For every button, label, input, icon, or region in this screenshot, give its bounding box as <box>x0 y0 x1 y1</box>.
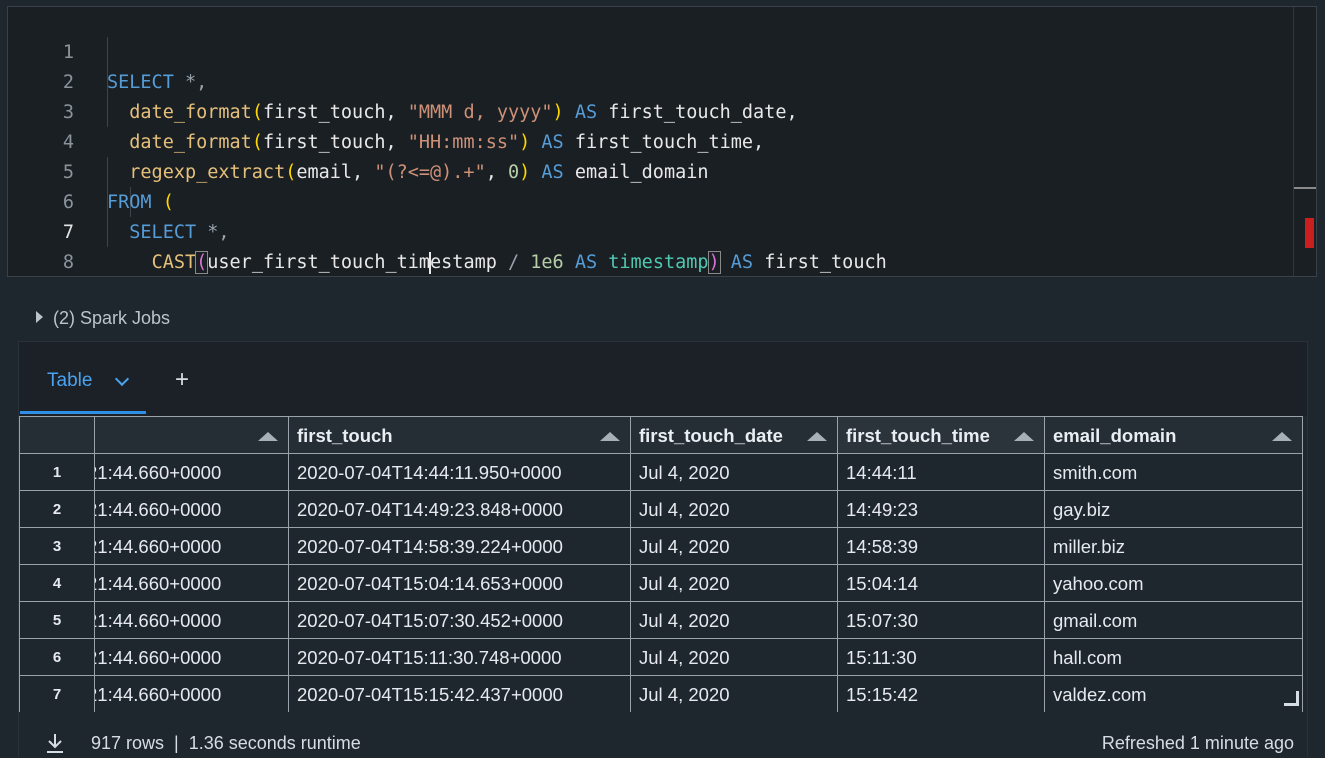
table-cell[interactable]: 2020-07-04T14:44:11.950+0000 <box>289 454 631 491</box>
table-cell[interactable]: 2020-07-04T15:04:14.653+0000 <box>289 565 631 602</box>
table-cell[interactable]: 2020-07-04T14:58:39.224+0000 <box>289 528 631 565</box>
code-line[interactable]: 9 ) <box>8 248 1298 276</box>
table-cell[interactable]: 21:44.660+0000 <box>95 565 289 602</box>
row-number: 1 <box>19 454 95 491</box>
table-cell[interactable]: 15:11:30 <box>838 639 1045 676</box>
table-header: first_touch first_touch_date first_touch… <box>19 416 1303 454</box>
scroll-cursor-marker <box>1294 187 1316 189</box>
table-cell[interactable]: 21:44.660+0000 <box>95 602 289 639</box>
table-row[interactable]: 5 21:44.660+0000 2020-07-04T15:07:30.452… <box>19 602 1303 639</box>
download-icon[interactable] <box>45 732 65 754</box>
table-row[interactable]: 4 21:44.660+0000 2020-07-04T15:04:14.653… <box>19 565 1303 602</box>
column-header-label: email_domain <box>1053 425 1177 446</box>
results-footer: 917 rows | 1.36 seconds runtime Refreshe… <box>19 712 1307 758</box>
code-line[interactable]: 7 CAST(user_first_touch_timestamp / 1e6 … <box>8 188 1298 274</box>
code-line[interactable]: 3 date_format(first_touch, "HH:mm:ss") A… <box>8 68 1298 153</box>
row-number: 5 <box>19 602 95 639</box>
table-cell[interactable]: Jul 4, 2020 <box>631 491 838 528</box>
table-cell[interactable]: 14:49:23 <box>838 491 1045 528</box>
row-number: 3 <box>19 528 95 565</box>
table-row[interactable]: 6 21:44.660+0000 2020-07-04T15:11:30.748… <box>19 639 1303 676</box>
table-cell[interactable]: 15:04:14 <box>838 565 1045 602</box>
table-cell[interactable]: 2020-07-04T15:15:42.437+0000 <box>289 676 631 712</box>
table-cell[interactable]: Jul 4, 2020 <box>631 454 838 491</box>
results-panel: Table + first_touch first_touch_date fir… <box>18 341 1308 758</box>
row-number-header <box>19 416 95 454</box>
code-line[interactable]: 6 SELECT *, <box>8 158 1298 243</box>
column-header[interactable]: email_domain <box>1045 416 1303 454</box>
sort-icon[interactable] <box>807 432 827 441</box>
row-count-runtime: 917 rows | 1.36 seconds runtime <box>91 733 361 753</box>
table-cell[interactable]: miller.biz <box>1045 528 1303 565</box>
table-row[interactable]: 2 21:44.660+0000 2020-07-04T14:49:23.848… <box>19 491 1303 528</box>
column-header[interactable]: first_touch_time <box>838 416 1045 454</box>
code-line[interactable]: 4 regexp_extract(email, "(?<=@).+", 0) A… <box>8 98 1298 183</box>
caret-right-icon <box>36 311 43 324</box>
add-visualization-button[interactable]: + <box>175 368 189 392</box>
table-cell[interactable]: gay.biz <box>1045 491 1303 528</box>
code-line[interactable]: 8 FROM deduped_users <box>8 218 1298 273</box>
editor-scrollbar[interactable] <box>1293 7 1316 276</box>
active-tab-indicator <box>20 411 146 414</box>
row-number: 4 <box>19 565 95 602</box>
table-cell[interactable]: yahoo.com <box>1045 565 1303 602</box>
sort-icon[interactable] <box>258 432 278 441</box>
table-cell[interactable]: 2020-07-04T15:11:30.748+0000 <box>289 639 631 676</box>
row-number: 7 <box>19 676 95 712</box>
table-cell[interactable]: 14:58:39 <box>838 528 1045 565</box>
refreshed-status: Refreshed 1 minute ago <box>1101 733 1294 753</box>
table-cell[interactable]: valdez.com <box>1045 676 1303 712</box>
resize-handle-icon[interactable] <box>1284 691 1299 706</box>
tab-table[interactable]: Table <box>20 362 146 414</box>
row-number: 2 <box>19 491 95 528</box>
table-cell[interactable]: 21:44.660+0000 <box>95 676 289 712</box>
spark-jobs-toggle[interactable]: (2) Spark Jobs <box>36 308 170 329</box>
chevron-down-icon[interactable] <box>114 371 130 387</box>
table-cell[interactable]: 21:44.660+0000 <box>95 528 289 565</box>
error-marker <box>1305 218 1314 248</box>
table-cell[interactable]: 21:44.660+0000 <box>95 454 289 491</box>
results-table[interactable]: first_touch first_touch_date first_touch… <box>19 416 1307 712</box>
table-cell[interactable]: 21:44.660+0000 <box>95 491 289 528</box>
table-cell[interactable]: Jul 4, 2020 <box>631 602 838 639</box>
sort-icon[interactable] <box>1272 432 1292 441</box>
sql-editor[interactable]: 1 SELECT *, 2 date_format(first_touch, "… <box>7 6 1317 277</box>
column-header[interactable] <box>95 416 289 454</box>
table-cell[interactable]: 15:15:42 <box>838 676 1045 712</box>
column-header-label: first_touch_time <box>846 425 990 446</box>
table-cell[interactable]: Jul 4, 2020 <box>631 528 838 565</box>
code-line[interactable]: 1 SELECT *, <box>8 8 1298 93</box>
table-row[interactable]: 3 21:44.660+0000 2020-07-04T14:58:39.224… <box>19 528 1303 565</box>
table-cell[interactable]: Jul 4, 2020 <box>631 639 838 676</box>
table-cell[interactable]: 2020-07-04T15:07:30.452+0000 <box>289 602 631 639</box>
column-header[interactable]: first_touch_date <box>631 416 838 454</box>
table-cell[interactable]: 2020-07-04T14:49:23.848+0000 <box>289 491 631 528</box>
table-cell[interactable]: hall.com <box>1045 639 1303 676</box>
table-cell[interactable]: 15:07:30 <box>838 602 1045 639</box>
table-row[interactable]: 7 21:44.660+0000 2020-07-04T15:15:42.437… <box>19 676 1303 712</box>
table-cell[interactable]: Jul 4, 2020 <box>631 676 838 712</box>
column-header[interactable]: first_touch <box>289 416 631 454</box>
table-cell[interactable]: gmail.com <box>1045 602 1303 639</box>
code-line[interactable]: 2 date_format(first_touch, "MMM d, yyyy"… <box>8 38 1298 123</box>
column-header-label: first_touch <box>297 425 393 446</box>
table-cell[interactable]: 21:44.660+0000 <box>95 639 289 676</box>
table-cell[interactable]: 14:44:11 <box>838 454 1045 491</box>
results-tabs: Table + <box>19 342 1307 416</box>
column-header-label: first_touch_date <box>639 425 783 446</box>
sort-icon[interactable] <box>1014 432 1034 441</box>
spark-jobs-label: (2) Spark Jobs <box>53 308 171 328</box>
tab-label: Table <box>47 370 93 391</box>
table-cell[interactable]: smith.com <box>1045 454 1303 491</box>
code-line[interactable]: 5 FROM ( <box>8 128 1298 213</box>
sort-icon[interactable] <box>600 432 620 441</box>
row-number: 6 <box>19 639 95 676</box>
table-row[interactable]: 1 21:44.660+0000 2020-07-04T14:44:11.950… <box>19 454 1303 491</box>
table-cell[interactable]: Jul 4, 2020 <box>631 565 838 602</box>
